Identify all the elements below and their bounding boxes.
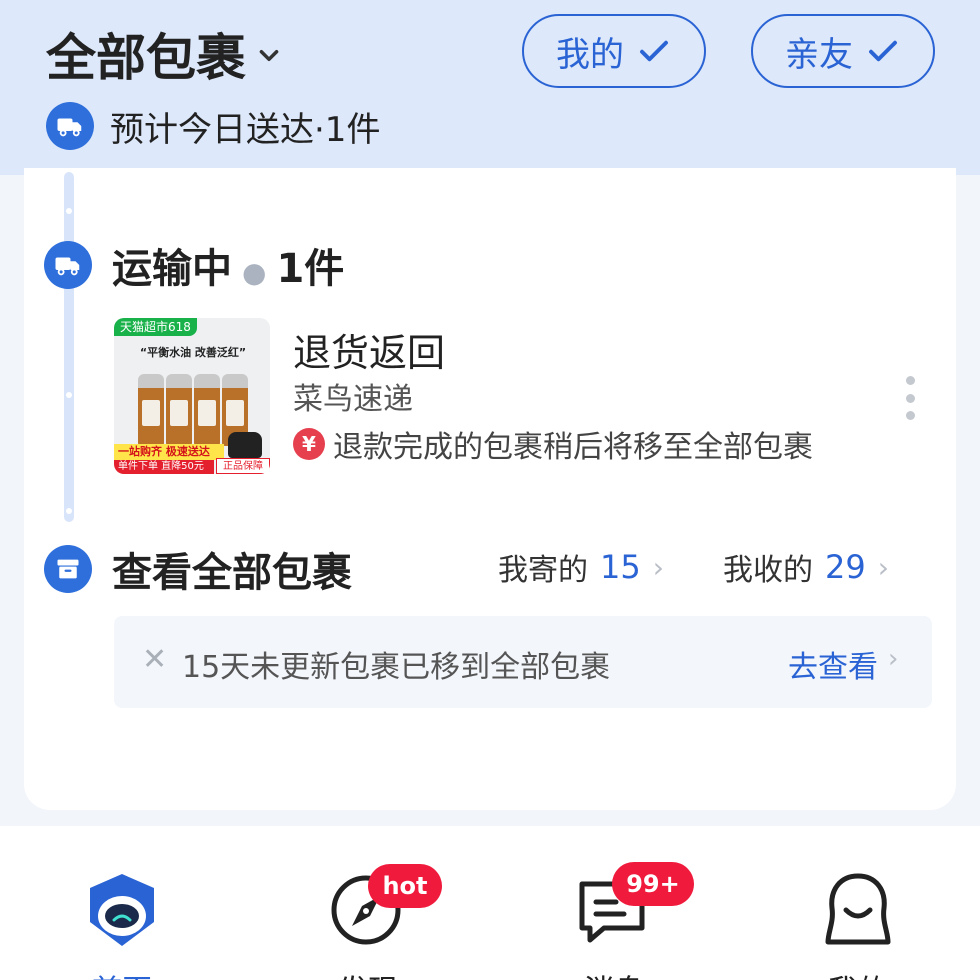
eta-summary[interactable]: 预计今日送达·1件 xyxy=(46,100,380,152)
all-packages-header[interactable]: 查看全部包裹 xyxy=(44,540,352,598)
chevron-right-icon: › xyxy=(877,550,889,584)
thumbnail-tag: 天猫超市618 xyxy=(114,318,197,336)
tab-messages-label: 消息 xyxy=(584,966,644,980)
tab-profile[interactable]: 我的 xyxy=(798,866,918,980)
product-thumbnail[interactable]: 天猫超市618 “平衡水油 改善泛红” 一站购齐 极速送达 单件下单 直降50元… xyxy=(114,318,270,474)
separator-dot: ● xyxy=(242,256,267,289)
filter-mine-button[interactable]: 我的 xyxy=(522,14,706,88)
moved-packages-notice: ✕ 15天未更新包裹已移到全部包裹 去查看 › xyxy=(114,616,932,708)
page-title: 全部包裹 xyxy=(46,29,246,87)
received-packages-link[interactable]: 我收的 29 › xyxy=(723,545,889,589)
home-robot-icon xyxy=(90,874,154,946)
package-carrier: 菜鸟速递 xyxy=(293,382,413,417)
bottom-tab-bar: 首页 发现 hot 消息 99+ 我的 xyxy=(0,826,980,980)
chevron-down-icon xyxy=(256,41,282,76)
transit-title: 运输中 ● 1件 xyxy=(112,236,344,294)
thumbnail-promo-line1: 一站购齐 极速送达 xyxy=(114,444,224,460)
filter-mine-label: 我的 xyxy=(556,35,624,74)
thumbnail-headline: “平衡水油 改善泛红” xyxy=(139,346,247,359)
chevron-right-icon: › xyxy=(888,644,899,674)
check-icon xyxy=(640,40,668,62)
timeline-dot xyxy=(66,392,72,398)
yen-icon: ¥ xyxy=(293,428,325,460)
sent-count: 15 xyxy=(600,548,641,586)
bottle-image xyxy=(194,374,220,446)
sent-label: 我寄的 xyxy=(498,553,588,588)
all-packages-title: 查看全部包裹 xyxy=(112,550,352,596)
filter-friends-button[interactable]: 亲友 xyxy=(751,14,935,88)
received-count: 29 xyxy=(825,548,866,586)
tab-home[interactable]: 首页 xyxy=(62,866,182,980)
tab-discover-label: 发现 xyxy=(338,966,398,980)
transit-title-text: 运输中 xyxy=(112,246,232,292)
close-icon[interactable]: ✕ xyxy=(142,642,167,677)
received-label: 我收的 xyxy=(723,553,813,588)
transit-count: 1件 xyxy=(276,246,345,292)
tab-home-label: 首页 xyxy=(92,966,152,980)
more-options-icon[interactable] xyxy=(902,376,918,420)
view-button[interactable]: 去查看 xyxy=(788,642,878,686)
delivery-truck-icon xyxy=(46,102,94,150)
refund-note: ¥ 退款完成的包裹稍后将移至全部包裹 xyxy=(293,422,813,466)
filter-friends-label: 亲友 xyxy=(785,35,853,74)
unread-count-badge: 99+ xyxy=(612,862,694,906)
package-status[interactable]: 退货返回 xyxy=(293,322,445,377)
hot-badge: hot xyxy=(368,864,442,908)
thumbnail-promo-badge: 正品保障 xyxy=(216,458,270,474)
profile-icon xyxy=(825,873,891,945)
transit-section-header: 运输中 ● 1件 xyxy=(44,236,344,294)
tmall-cat-logo xyxy=(228,432,262,458)
bottle-image xyxy=(138,374,164,446)
timeline-dot xyxy=(66,208,72,214)
check-icon xyxy=(869,40,897,62)
sent-packages-link[interactable]: 我寄的 15 › xyxy=(498,545,664,589)
thumbnail-promo-line2: 单件下单 直降50元 xyxy=(114,460,214,474)
refund-note-text: 退款完成的包裹稍后将移至全部包裹 xyxy=(333,430,813,465)
package-box-icon xyxy=(44,545,92,593)
tab-profile-label: 我的 xyxy=(828,966,888,980)
package-scope-dropdown[interactable]: 全部包裹 xyxy=(46,18,282,90)
timeline-line xyxy=(64,172,74,522)
eta-text: 预计今日送达·1件 xyxy=(110,109,381,150)
notice-text: 15天未更新包裹已移到全部包裹 xyxy=(182,650,611,685)
delivery-truck-icon xyxy=(44,241,92,289)
chevron-right-icon: › xyxy=(652,550,664,584)
timeline-dot xyxy=(66,508,72,514)
bottle-image xyxy=(166,374,192,446)
